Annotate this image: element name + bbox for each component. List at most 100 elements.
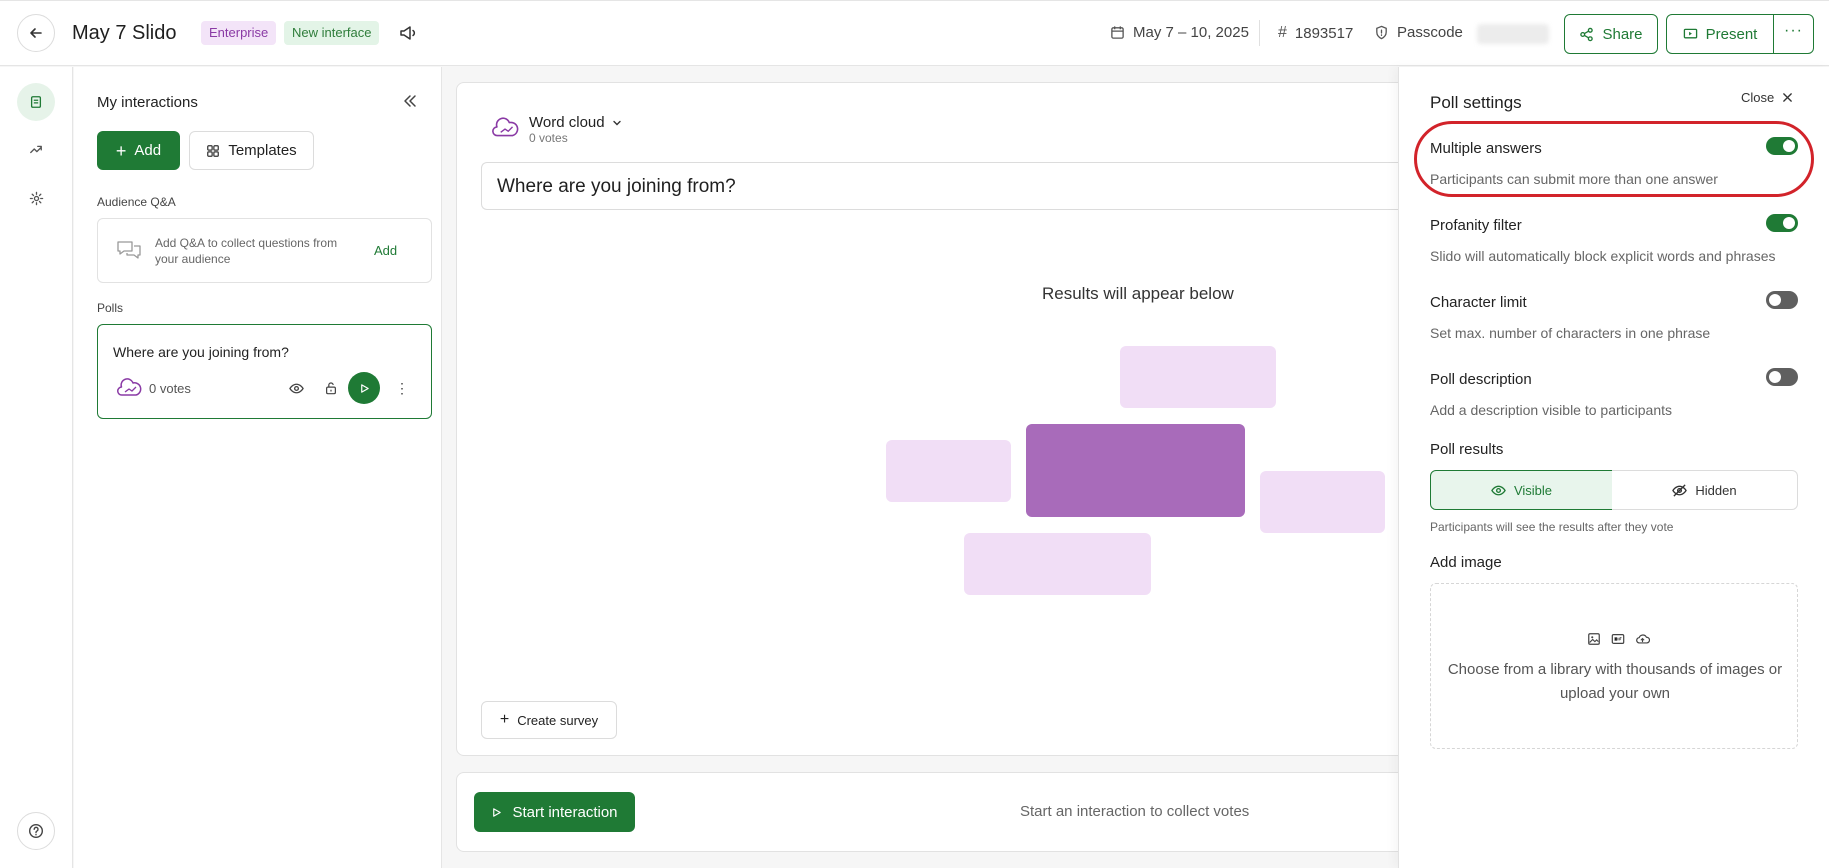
- qa-description: Add Q&A to collect questions from your a…: [155, 236, 338, 266]
- rail-settings-button[interactable]: [17, 179, 55, 217]
- collapse-panel-button[interactable]: [402, 93, 418, 109]
- event-dates[interactable]: May 7 – 10, 2025: [1110, 24, 1249, 41]
- event-title[interactable]: May 7 Slido: [72, 22, 177, 45]
- rail-interactions-button[interactable]: [17, 83, 55, 121]
- start-interaction-label: Start interaction: [512, 803, 618, 821]
- question-text: Where are you joining from?: [497, 176, 736, 197]
- profanity-filter-title: Profanity filter: [1430, 217, 1522, 234]
- poll-card[interactable]: Where are you joining from? 0 votes ⋮: [97, 324, 432, 419]
- share-icon: [1580, 27, 1594, 41]
- present-button[interactable]: Present: [1666, 14, 1774, 54]
- panel-title: My interactions: [97, 94, 198, 111]
- hidden-label: Hidden: [1695, 482, 1737, 498]
- results-placeholder: Results will appear below: [1042, 284, 1234, 303]
- multiple-answers-toggle[interactable]: [1766, 137, 1798, 155]
- document-icon: [30, 96, 42, 108]
- present-icon: [1683, 28, 1697, 38]
- more-options-button[interactable]: ···: [1773, 14, 1814, 54]
- lock-button[interactable]: [320, 377, 342, 399]
- close-settings-button[interactable]: Close: [1741, 90, 1793, 105]
- create-survey-label: Create survey: [517, 712, 599, 728]
- poll-description-title: Poll description: [1430, 371, 1532, 388]
- eye-icon: [1491, 485, 1506, 495]
- profanity-filter-toggle[interactable]: [1766, 214, 1798, 232]
- rail-analytics-button[interactable]: [17, 130, 55, 168]
- add-label: Add: [134, 142, 162, 159]
- poll-type-selector[interactable]: Word cloud: [529, 114, 623, 131]
- passcode-label: Passcode: [1397, 24, 1463, 41]
- chat-bubbles-icon: [117, 241, 141, 259]
- arrow-left-icon: [30, 28, 42, 38]
- present-label: Present: [1705, 25, 1758, 43]
- qa-section-label: Audience Q&A: [97, 195, 176, 209]
- add-image-description: Choose from a library with thousands of …: [1447, 661, 1783, 702]
- word-cloud-placeholder-block: [964, 533, 1151, 595]
- word-cloud-placeholder-block: [886, 440, 1011, 502]
- results-hidden-option[interactable]: Hidden: [1612, 470, 1798, 510]
- poll-results-title: Poll results: [1430, 441, 1504, 458]
- megaphone-icon[interactable]: [398, 23, 418, 43]
- event-code[interactable]: # 1893517: [1278, 24, 1353, 42]
- passcode-value-blurred: [1477, 24, 1549, 44]
- poll-more-button[interactable]: ⋮: [391, 377, 413, 399]
- start-interaction-button[interactable]: Start interaction: [474, 792, 635, 832]
- back-button[interactable]: [17, 14, 55, 52]
- poll-settings-title: Poll settings: [1430, 93, 1522, 112]
- gif-icon: [1611, 634, 1625, 644]
- calendar-icon: [1111, 26, 1124, 39]
- poll-description-desc: Add a description visible to participant…: [1430, 402, 1673, 418]
- results-note: Participants will see the results after …: [1430, 520, 1674, 534]
- create-survey-button[interactable]: + Create survey: [481, 701, 617, 739]
- character-limit-title: Character limit: [1430, 294, 1527, 311]
- activate-poll-button[interactable]: [348, 372, 380, 404]
- event-code-text: 1893517: [1294, 24, 1354, 42]
- templates-label: Templates: [228, 142, 297, 159]
- visibility-button[interactable]: [285, 377, 307, 399]
- hash-icon: #: [1278, 24, 1287, 41]
- poll-card-votes: 0 votes: [149, 381, 191, 396]
- dates-text: May 7 – 10, 2025: [1133, 24, 1249, 41]
- close-icon: [1783, 93, 1793, 102]
- play-icon: [493, 807, 502, 817]
- word-cloud-placeholder-block: [1120, 346, 1276, 408]
- play-icon: [360, 383, 369, 393]
- character-limit-toggle[interactable]: [1766, 291, 1798, 309]
- share-button[interactable]: Share: [1564, 14, 1658, 54]
- add-qa-button[interactable]: Add: [374, 243, 397, 258]
- lock-open-icon: [326, 382, 336, 395]
- word-cloud-placeholder-block: [1260, 471, 1385, 533]
- more-vertical-icon: ⋮: [395, 379, 409, 396]
- poll-card-question: Where are you joining from?: [113, 344, 289, 360]
- shield-icon: [1376, 25, 1387, 40]
- word-cloud-placeholder-block: [1026, 424, 1245, 517]
- results-visible-option[interactable]: Visible: [1430, 470, 1613, 510]
- share-label: Share: [1602, 25, 1643, 43]
- templates-button[interactable]: Templates: [189, 131, 314, 170]
- chevrons-left-icon: [404, 95, 416, 107]
- interactions-panel: [74, 67, 442, 868]
- trend-up-icon: [30, 145, 42, 154]
- profanity-filter-desc: Slido will automatically block explicit …: [1430, 248, 1776, 264]
- eye-icon: [288, 383, 304, 393]
- poll-votes: 0 votes: [529, 131, 568, 145]
- visible-label: Visible: [1513, 482, 1553, 498]
- help-button[interactable]: [17, 812, 55, 850]
- plus-icon: +: [499, 711, 510, 728]
- add-interaction-button[interactable]: + Add: [97, 131, 180, 170]
- image-dropzone[interactable]: Choose from a library with thousands of …: [1430, 583, 1798, 749]
- passcode[interactable]: Passcode: [1374, 24, 1463, 41]
- help-icon: [28, 823, 44, 839]
- footer-hint: Start an interaction to collect votes: [1020, 803, 1250, 820]
- grid-icon: [207, 144, 220, 157]
- character-limit-desc: Set max. number of characters in one phr…: [1430, 325, 1711, 341]
- eye-off-icon: [1672, 483, 1688, 497]
- multiple-answers-title: Multiple answers: [1430, 140, 1542, 157]
- poll-description-toggle[interactable]: [1766, 368, 1798, 386]
- add-image-title: Add image: [1430, 554, 1502, 571]
- qa-card: Add Q&A to collect questions from your a…: [97, 218, 432, 283]
- word-cloud-icon: [117, 378, 142, 396]
- enterprise-badge: Enterprise: [201, 21, 277, 45]
- close-label: Close: [1741, 90, 1775, 105]
- more-horizontal-icon: ···: [1784, 22, 1803, 39]
- image-icon: [1588, 633, 1600, 645]
